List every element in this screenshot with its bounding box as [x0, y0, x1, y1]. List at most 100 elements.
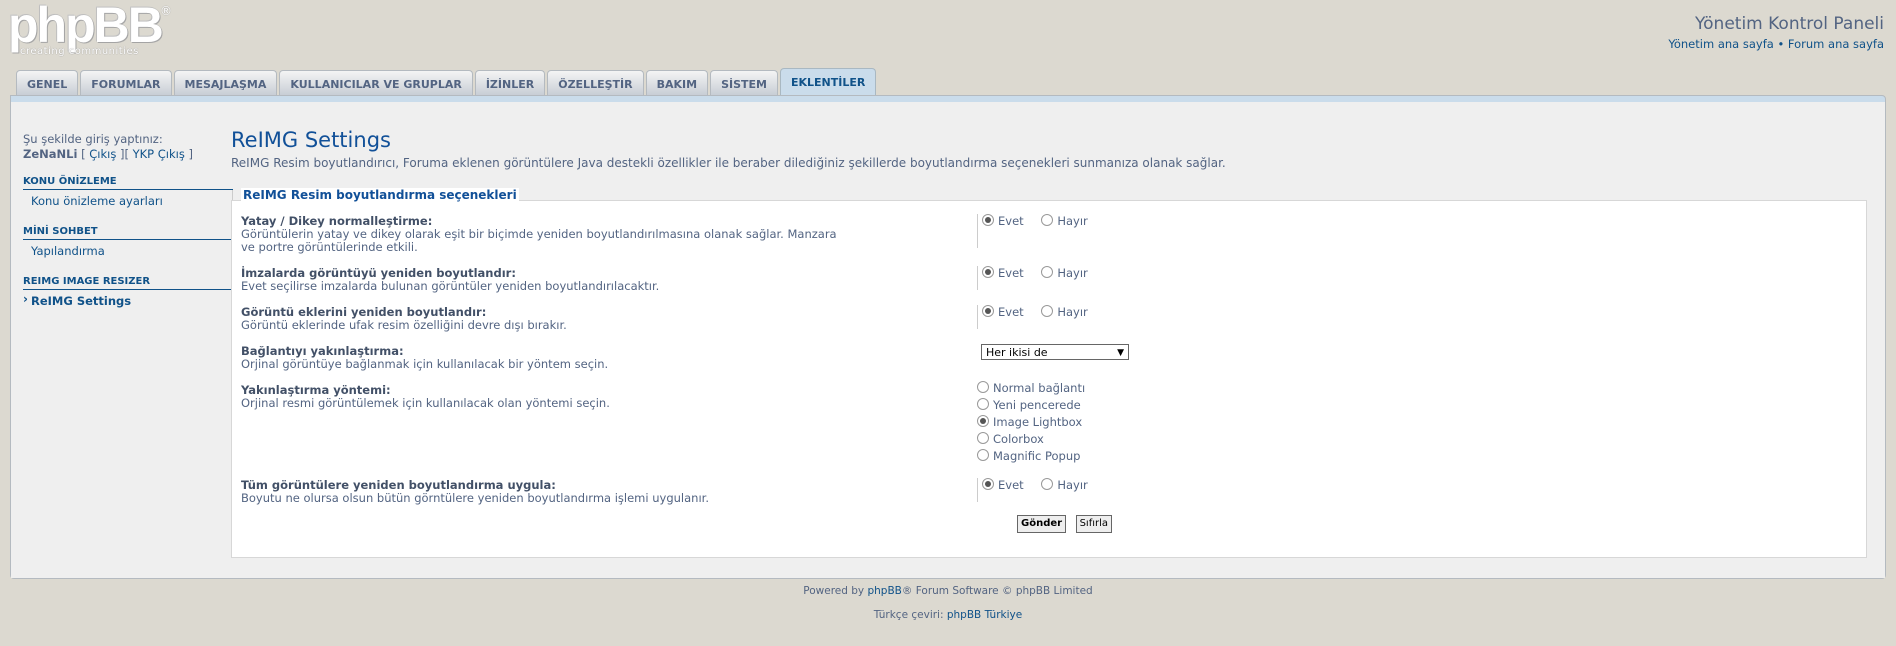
setting-explain: Evet seçilirse imzalarda bulunan görüntü…: [241, 279, 660, 293]
yes-option[interactable]: Evet: [982, 305, 1024, 319]
option-label: Normal bağlantı: [993, 381, 1086, 395]
radio-checked-icon[interactable]: [982, 305, 994, 317]
tab-forums[interactable]: FORUMLAR: [80, 70, 172, 96]
option-label: Colorbox: [993, 432, 1044, 446]
fieldset-legend: ReIMG Resim boyutlandırma seçenekleri: [241, 188, 519, 202]
setting-title: Bağlantıyı yakınlaştırma:: [241, 344, 404, 358]
tab-customise[interactable]: ÖZELLEŞTİR: [547, 70, 644, 96]
setting-title: Tüm görüntülere yeniden boyutlandırma uy…: [241, 478, 556, 492]
radio-unchecked-icon[interactable]: [1041, 214, 1054, 226]
radio-checked-icon[interactable]: [982, 214, 994, 226]
setting-control: Evet Hayır: [977, 478, 1102, 502]
tab-system[interactable]: SİSTEM: [710, 70, 778, 96]
acp-logout-link[interactable]: YKP Çıkış: [133, 147, 185, 161]
tab-general[interactable]: GENEL: [16, 70, 79, 96]
radio-unchecked-icon[interactable]: [977, 432, 989, 444]
logout-bracket-close: ]: [184, 147, 193, 161]
radio-unchecked-icon[interactable]: [1041, 266, 1054, 278]
powered-suffix: ® Forum Software © phpBB Limited: [901, 585, 1093, 597]
zoom-option[interactable]: Colorbox: [977, 432, 1085, 449]
setting-title: İmzalarda görüntüyü yeniden boyutlandır:: [241, 266, 516, 280]
sidebar-item-topic-preview-settings[interactable]: Konu önizleme ayarları: [23, 190, 233, 212]
radio-unchecked-icon[interactable]: [977, 381, 989, 393]
option-label: Image Lightbox: [993, 415, 1083, 429]
phpbb-logo[interactable]: phpBB ® creating communities: [8, 0, 178, 58]
setting-explain: Boyutu ne olursa olsun bütün görntülere …: [241, 491, 709, 505]
no-label: Hayır: [1057, 214, 1088, 228]
tab-permissions[interactable]: İZİNLER: [474, 70, 546, 96]
no-option[interactable]: Hayır: [1041, 214, 1088, 228]
no-option[interactable]: Hayır: [1041, 478, 1088, 492]
setting-explain: Orjinal görüntüye bağlanmak için kullanı…: [241, 357, 609, 371]
radio-unchecked-icon[interactable]: [977, 449, 989, 461]
sidebar: Şu şekilde giriş yaptınız: ZeNaNLi [ Çık…: [23, 132, 233, 312]
no-label: Hayır: [1057, 305, 1088, 319]
zoom-option[interactable]: Magnific Popup: [977, 449, 1085, 466]
link-separator: •: [1777, 37, 1785, 51]
tab-bar: GENEL FORUMLAR MESAJLAŞMA KULLANICILAR V…: [16, 68, 877, 96]
translation-prefix: Türkçe çeviri:: [873, 609, 947, 621]
phpbb-turkiye-link[interactable]: phpBB Türkiye: [947, 609, 1022, 621]
setting-title: Yatay / Dikey normalleştirme:: [241, 214, 433, 228]
option-label: Yeni pencerede: [993, 398, 1081, 412]
content-title: ReIMG Settings: [231, 128, 391, 152]
logo-reg-mark: ®: [160, 4, 172, 18]
yes-option[interactable]: Evet: [982, 214, 1024, 228]
sidebar-item-reimg-settings[interactable]: ReIMG Settings: [23, 290, 233, 312]
tab-extensions[interactable]: EKLENTİLER: [779, 68, 877, 96]
logged-in-label: Şu şekilde giriş yaptınız:: [23, 132, 163, 146]
no-option[interactable]: Hayır: [1041, 266, 1088, 280]
zoom-link-select[interactable]: Her ikisi de ▼: [981, 344, 1129, 360]
zoom-option[interactable]: Normal bağlantı: [977, 381, 1085, 398]
option-label: Magnific Popup: [993, 449, 1081, 463]
setting-control: Evet Hayır: [977, 214, 1102, 248]
radio-checked-icon[interactable]: [982, 478, 994, 490]
powered-prefix: Powered by: [803, 585, 868, 597]
content: ReIMG Settings ReIMG Resim boyutlandırıc…: [231, 128, 1871, 558]
setting-title: Görüntü eklerini yeniden boyutlandır:: [241, 305, 487, 319]
setting-explain: Görüntülerin yatay ve dikey olarak eşit …: [241, 227, 837, 254]
radio-checked-icon[interactable]: [982, 266, 994, 278]
content-description: ReIMG Resim boyutlandırıcı, Foruma eklen…: [231, 156, 1226, 170]
page-title: Yönetim Kontrol Paneli: [1695, 14, 1884, 34]
logo-tagline: creating communities: [20, 46, 139, 57]
radio-checked-icon[interactable]: [977, 415, 989, 427]
yes-option[interactable]: Evet: [982, 478, 1024, 492]
yes-label: Evet: [998, 305, 1024, 319]
main-panel: Şu şekilde giriş yaptınız: ZeNaNLi [ Çık…: [10, 95, 1886, 579]
reset-button[interactable]: Sıfırla: [1075, 515, 1113, 533]
sidebar-section-topic-preview: KONU ÖNİZLEME: [23, 176, 233, 190]
footer-translation: Türkçe çeviri: phpBB Türkiye: [0, 609, 1896, 621]
logout-link[interactable]: Çıkış: [89, 147, 116, 161]
tab-maintenance[interactable]: BAKIM: [645, 70, 709, 96]
dropdown-arrow-icon: ▼: [1117, 348, 1124, 358]
setting-explain: Orjinal resmi görüntülemek için kullanıl…: [241, 396, 610, 410]
radio-unchecked-icon[interactable]: [1041, 478, 1054, 490]
sidebar-section-reimg: REIMG IMAGE RESIZER: [23, 276, 233, 290]
setting-title: Yakınlaştırma yöntemi:: [241, 383, 391, 397]
setting-control: Normal bağlantı Yeni pencerede Image Lig…: [977, 381, 1085, 466]
radio-unchecked-icon[interactable]: [1041, 305, 1054, 317]
tab-users-groups[interactable]: KULLANICILAR VE GRUPLAR: [279, 70, 473, 96]
phpbb-link[interactable]: phpBB: [867, 585, 901, 597]
no-label: Hayır: [1057, 266, 1088, 280]
submit-button[interactable]: Gönder: [1017, 515, 1067, 533]
setting-control: Her ikisi de ▼: [977, 344, 1129, 360]
yes-label: Evet: [998, 478, 1024, 492]
sidebar-section-mini-chat: MİNİ SOHBET: [23, 226, 233, 240]
no-option[interactable]: Hayır: [1041, 305, 1088, 319]
admin-home-link[interactable]: Yönetim ana sayfa: [1668, 37, 1773, 51]
logo-text: phpBB: [8, 0, 164, 53]
sidebar-item-configuration[interactable]: Yapılandırma: [23, 240, 233, 262]
radio-unchecked-icon[interactable]: [977, 398, 989, 410]
form-buttons: Gönder Sıfırla: [1017, 515, 1118, 533]
logout-bracket-mid: ][: [116, 147, 133, 161]
forum-home-link[interactable]: Forum ana sayfa: [1788, 37, 1884, 51]
zoom-option[interactable]: Yeni pencerede: [977, 398, 1085, 415]
zoom-option[interactable]: Image Lightbox: [977, 415, 1085, 432]
login-info: Şu şekilde giriş yaptınız: ZeNaNLi [ Çık…: [23, 132, 233, 162]
yes-option[interactable]: Evet: [982, 266, 1024, 280]
footer-powered: Powered by phpBB® Forum Software © phpBB…: [0, 585, 1896, 597]
tab-messaging[interactable]: MESAJLAŞMA: [173, 70, 278, 96]
username: ZeNaNLi: [23, 147, 78, 161]
